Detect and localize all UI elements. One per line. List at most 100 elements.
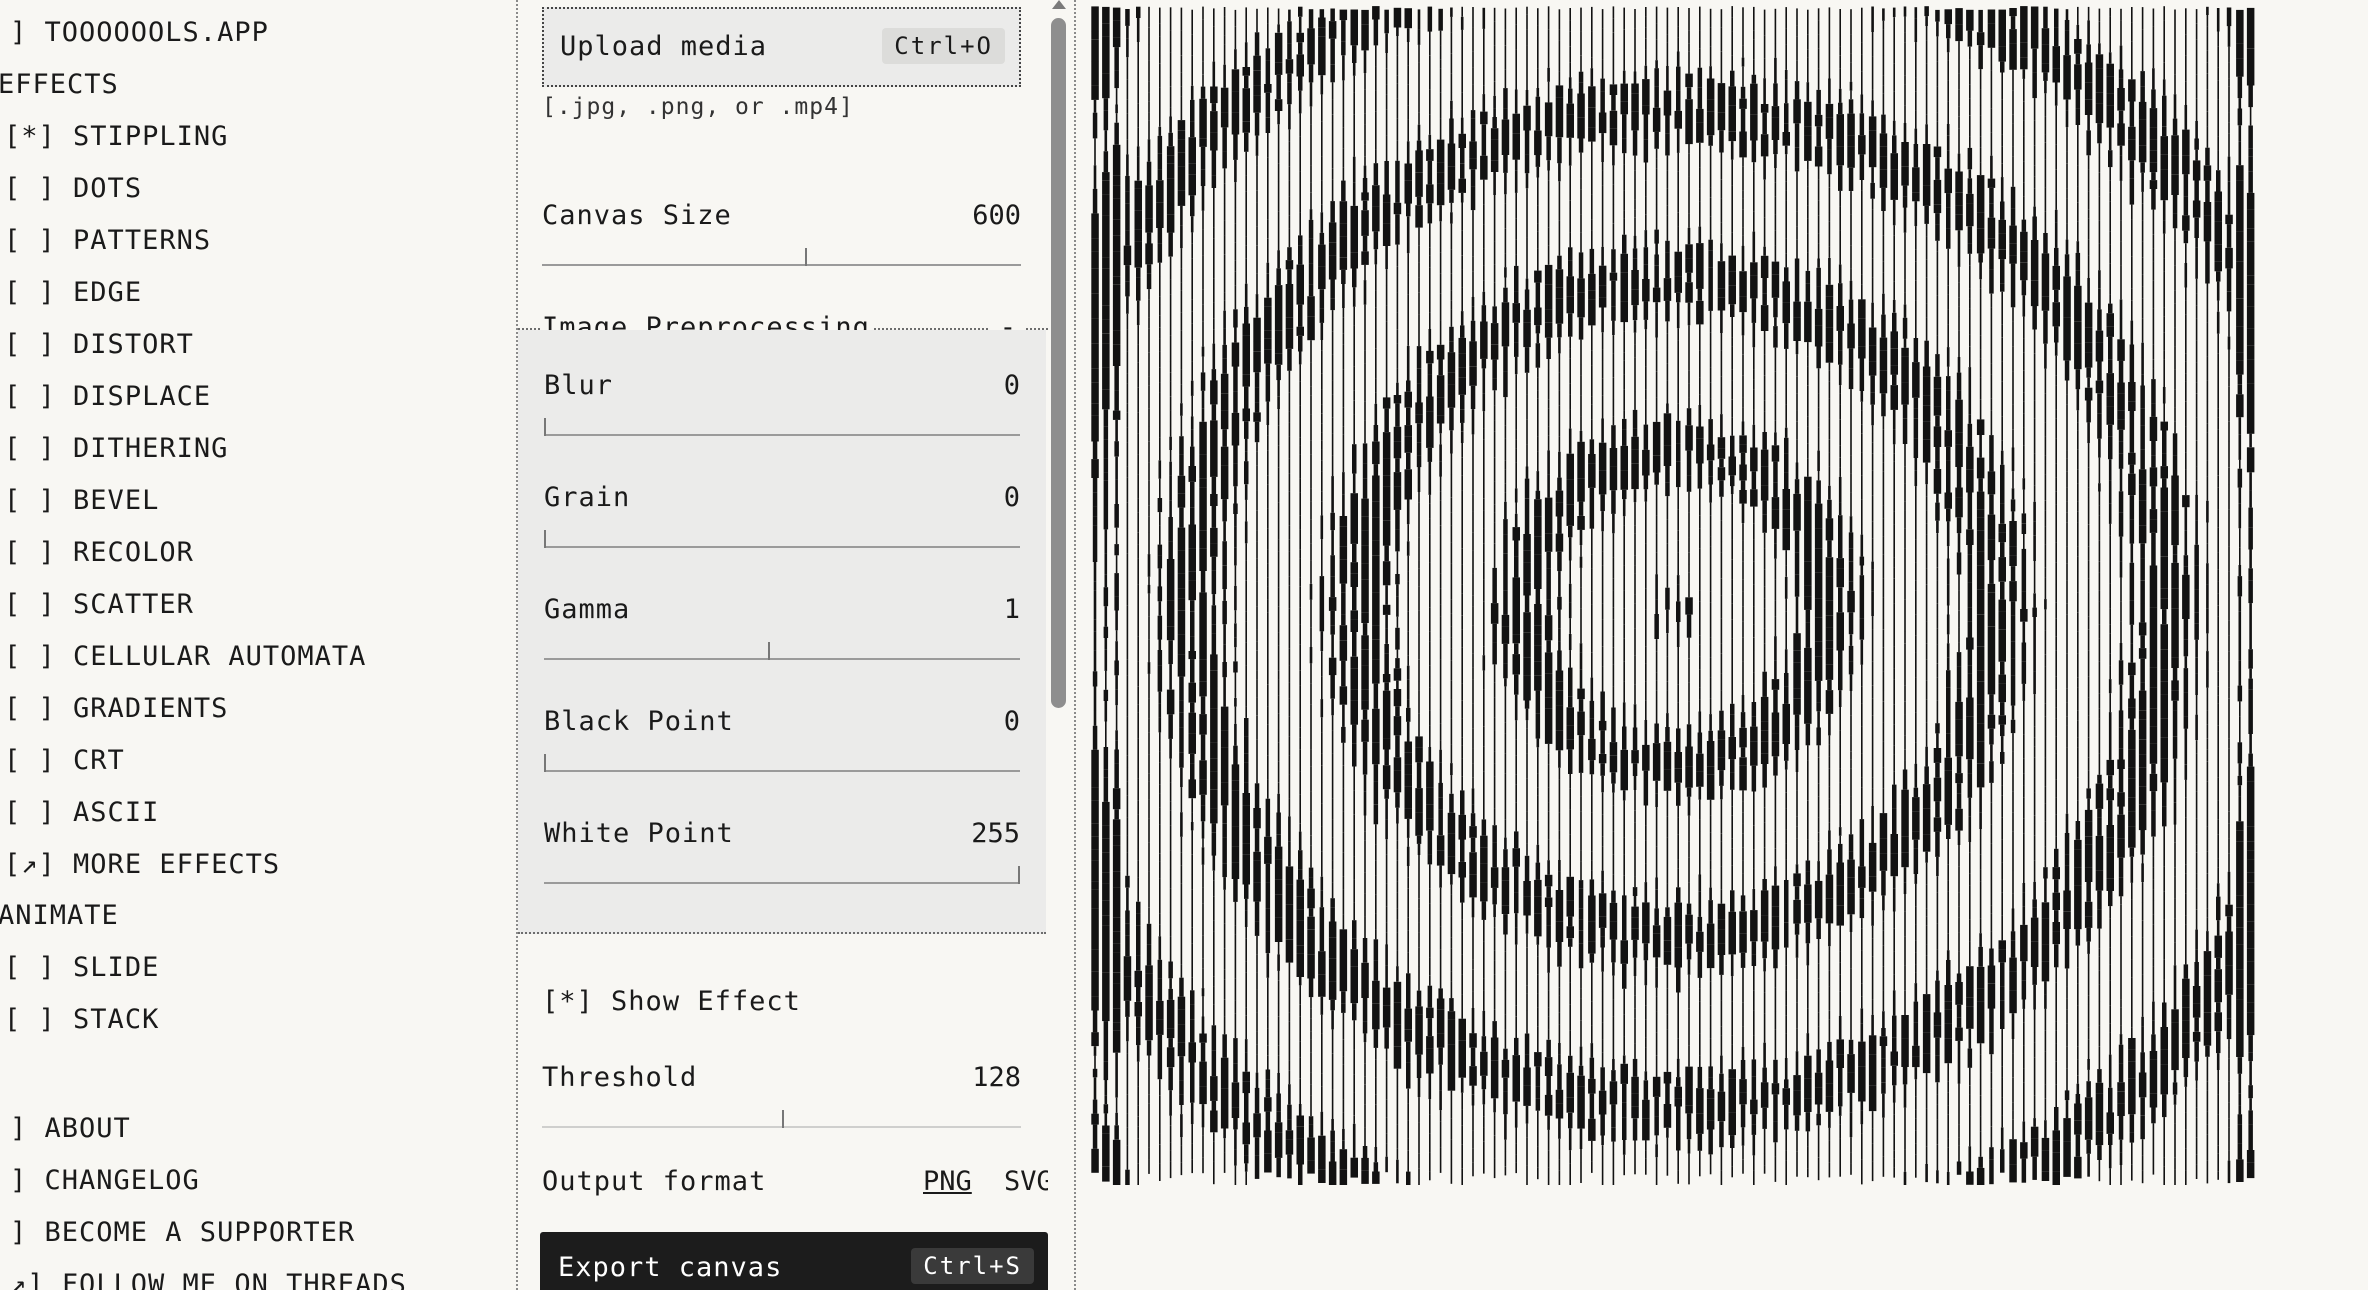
black-point-value: 0 <box>1003 706 1020 737</box>
canvas-size-slider-handle[interactable] <box>805 248 808 266</box>
nav-item-label: STACK <box>73 1004 160 1035</box>
effect-item-displace[interactable]: [ ] DISPLACE <box>4 380 211 414</box>
control-panel: Upload media Ctrl+O [.jpg, .png, or .mp4… <box>518 0 1048 1290</box>
gamma-slider[interactable] <box>544 642 1020 660</box>
checkbox-marker: [ ] <box>4 329 56 360</box>
effect-item-dithering[interactable]: [ ] DITHERING <box>4 432 228 466</box>
effect-item-ascii[interactable]: [ ] ASCII <box>4 796 159 830</box>
export-canvas-label: Export canvas <box>558 1252 783 1283</box>
scrollbar-thumb[interactable] <box>1051 18 1066 708</box>
nav-item-label: ASCII <box>73 797 160 828</box>
canvas-size-slider[interactable] <box>542 248 1021 266</box>
effect-item-crt[interactable]: [ ] CRT <box>4 744 125 778</box>
nav-item-label: PATTERNS <box>73 225 212 256</box>
canvas-size-label: Canvas Size <box>542 200 732 231</box>
threshold-value: 128 <box>972 1062 1021 1093</box>
threshold-slider-handle[interactable] <box>781 1110 784 1128</box>
effect-item-recolor[interactable]: [ ] RECOLOR <box>4 536 194 570</box>
black-point-label: Black Point <box>544 706 734 737</box>
black-point-slider-row: Black Point 0 <box>544 706 1020 776</box>
canvas-size-slider-row: Canvas Size 600 <box>542 200 1021 270</box>
checkbox-marker: [↗] <box>4 849 56 880</box>
checkbox-marker: [ ] <box>4 745 56 776</box>
blur-value: 0 <box>1003 370 1020 401</box>
panel-scrollbar[interactable] <box>1046 0 1070 1290</box>
nav-item-label: DISTORT <box>73 329 194 360</box>
checkbox-marker: [ ] <box>4 173 56 204</box>
white-point-label: White Point <box>544 818 734 849</box>
nav-item-label: DOTS <box>73 173 143 204</box>
effect-item-distort[interactable]: [ ] DISTORT <box>4 328 194 362</box>
effects-section-header: EFFECTS <box>0 69 119 100</box>
footer-link-about[interactable]: ] ABOUT <box>10 1112 131 1146</box>
format-png-option[interactable]: PNG <box>923 1166 972 1197</box>
footer-link-follow-me-on-threads[interactable]: ↗] FOLLOW ME ON THREADS <box>10 1268 407 1290</box>
white-point-slider[interactable] <box>544 866 1020 884</box>
nav-item-label: STIPPLING <box>73 121 229 152</box>
checkbox-marker: [ ] <box>4 1004 56 1035</box>
footer-link-changelog[interactable]: ] CHANGELOG <box>10 1164 200 1198</box>
output-format-label: Output format <box>542 1166 767 1197</box>
effects-sidebar: ] TOOOOOOLS.APP EFFECTS [*] STIPPLING [ ]… <box>0 0 516 1290</box>
effect-item-more-effects[interactable]: [↗] MORE EFFECTS <box>4 848 280 882</box>
effect-canvas[interactable] <box>1085 0 2275 1185</box>
nav-item-label: SCATTER <box>73 589 194 620</box>
checkbox-marker: [ ] <box>4 693 56 724</box>
black-point-slider-handle[interactable] <box>544 754 546 772</box>
effect-item-bevel[interactable]: [ ] BEVEL <box>4 484 159 518</box>
grain-slider-handle[interactable] <box>544 530 546 548</box>
grain-slider[interactable] <box>544 530 1020 548</box>
app-title-link[interactable]: ] TOOOOOOLS.APP <box>10 16 269 50</box>
animate-item-slide[interactable]: [ ] SLIDE <box>4 951 159 985</box>
grain-slider-row: Grain 0 <box>544 482 1020 552</box>
show-effect-toggle[interactable]: [*] Show Effect <box>542 986 801 1017</box>
checkbox-marker: [ ] <box>4 433 56 464</box>
nav-item-label: RECOLOR <box>73 537 194 568</box>
effect-item-gradients[interactable]: [ ] GRADIENTS <box>4 692 228 726</box>
stipple-pattern <box>1091 6 2255 1185</box>
checkbox-marker: [ ] <box>4 589 56 620</box>
nav-item-label: DISPLACE <box>73 381 212 412</box>
nav-item-label: GRADIENTS <box>73 693 229 724</box>
scroll-up-arrow-icon[interactable] <box>1052 0 1066 9</box>
white-point-value: 255 <box>971 818 1020 849</box>
effect-item-dots[interactable]: [ ] DOTS <box>4 172 142 206</box>
nav-item-label: MORE EFFECTS <box>73 849 281 880</box>
canvas-size-value: 600 <box>972 200 1021 231</box>
effect-item-scatter[interactable]: [ ] SCATTER <box>4 588 194 622</box>
grain-value: 0 <box>1003 482 1020 513</box>
effect-item-cellular-automata[interactable]: [ ] CELLULAR AUTOMATA <box>4 640 366 674</box>
checkbox-marker: [ ] <box>4 537 56 568</box>
threshold-label: Threshold <box>542 1062 698 1093</box>
checkbox-marker: [*] <box>4 121 56 152</box>
nav-item-label: ] CHANGELOG <box>10 1165 200 1196</box>
nav-item-label: CELLULAR AUTOMATA <box>73 641 367 672</box>
gamma-label: Gamma <box>544 594 631 625</box>
nav-item-label: SLIDE <box>73 952 160 983</box>
blur-slider[interactable] <box>544 418 1020 436</box>
animate-item-stack[interactable]: [ ] STACK <box>4 1003 159 1037</box>
nav-item-label: ] BECOME A SUPPORTER <box>10 1217 356 1248</box>
checkbox-marker: [ ] <box>4 225 56 256</box>
preprocessing-panel: Blur 0 Grain 0 Gamma 1 Black Point 0 White Point… <box>518 330 1046 934</box>
nav-item-label: EDGE <box>73 277 143 308</box>
blur-slider-handle[interactable] <box>544 418 546 436</box>
nav-item-label: ↗] FOLLOW ME ON THREADS <box>10 1269 407 1290</box>
black-point-slider[interactable] <box>544 754 1020 772</box>
checkbox-marker: [ ] <box>4 381 56 412</box>
format-svg-option[interactable]: SVG <box>1004 1166 1048 1197</box>
checkbox-marker: [ ] <box>4 277 56 308</box>
blur-slider-row: Blur 0 <box>544 370 1020 440</box>
white-point-slider-handle[interactable] <box>1018 866 1020 884</box>
show-effect-checkbox[interactable]: [*] <box>542 986 594 1017</box>
footer-link-become-a-supporter[interactable]: ] BECOME A SUPPORTER <box>10 1216 355 1250</box>
nav-item-label: DITHERING <box>73 433 229 464</box>
export-canvas-button[interactable]: Export canvas Ctrl+S <box>540 1232 1048 1290</box>
gamma-slider-handle[interactable] <box>767 642 770 660</box>
effect-item-stippling[interactable]: [*] STIPPLING <box>4 120 228 154</box>
effect-item-patterns[interactable]: [ ] PATTERNS <box>4 224 211 258</box>
upload-media-button[interactable]: Upload media Ctrl+O <box>542 7 1021 87</box>
upload-shortcut-badge: Ctrl+O <box>882 28 1005 64</box>
threshold-slider[interactable] <box>542 1110 1021 1128</box>
effect-item-edge[interactable]: [ ] EDGE <box>4 276 142 310</box>
